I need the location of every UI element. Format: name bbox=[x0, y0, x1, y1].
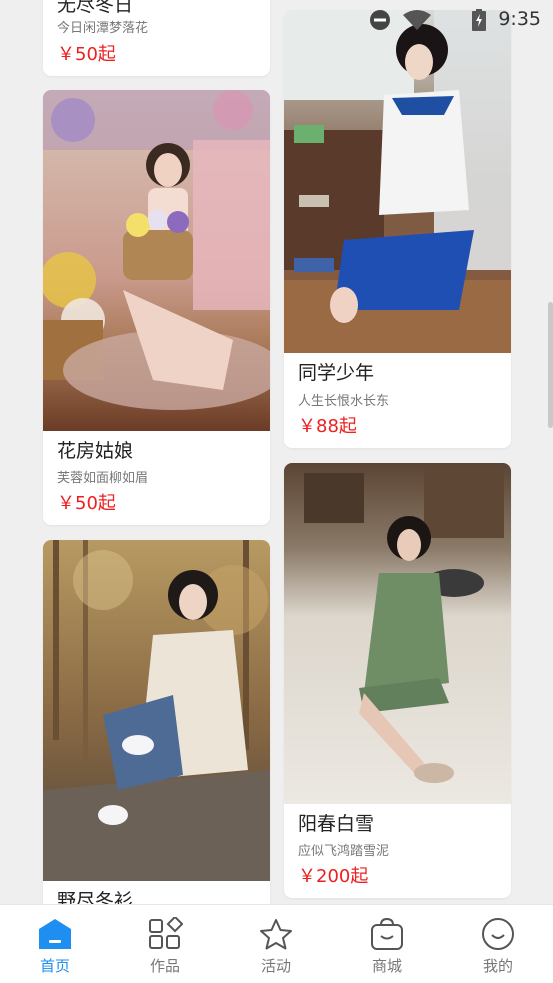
card-title: 阳春白雪 bbox=[298, 813, 375, 835]
grid-icon bbox=[149, 917, 183, 949]
photo-forest-girl bbox=[43, 540, 270, 881]
scrollbar[interactable] bbox=[548, 302, 553, 428]
tab-mall[interactable]: 商城 bbox=[332, 905, 442, 983]
tab-mine[interactable]: 我的 bbox=[443, 905, 553, 983]
status-clock: 9:35 bbox=[498, 8, 541, 30]
photo-schoolgirl bbox=[284, 10, 511, 353]
smile-face-icon bbox=[482, 918, 514, 950]
photo-beach-girl bbox=[284, 463, 511, 804]
card-subtitle: 人生长恨水长东 bbox=[298, 394, 390, 409]
tab-label: 商城 bbox=[371, 957, 402, 975]
bottom-tab-bar: 首页 作品 活动 商城 我的 bbox=[0, 904, 553, 983]
star-icon bbox=[260, 919, 292, 950]
battery-icon bbox=[472, 9, 486, 31]
card-title: 同学少年 bbox=[298, 362, 375, 384]
card-price: ￥50起 bbox=[57, 493, 116, 514]
card-subtitle: 芙蓉如面柳如眉 bbox=[57, 471, 149, 486]
status-bar: 9:35 bbox=[0, 0, 553, 38]
tab-home[interactable]: 首页 bbox=[0, 905, 110, 983]
product-card-yejin-dongshan[interactable]: 野尽冬衫 bbox=[43, 540, 270, 940]
tab-works[interactable]: 作品 bbox=[110, 905, 220, 983]
tab-label: 我的 bbox=[482, 957, 513, 975]
tab-activity[interactable]: 活动 bbox=[221, 905, 331, 983]
card-title: 花房姑娘 bbox=[57, 440, 134, 462]
tab-label: 作品 bbox=[149, 957, 180, 975]
tab-label: 首页 bbox=[39, 957, 70, 975]
product-card-tongxue-shaonian[interactable]: 同学少年 人生长恨水长东 ￥88起 bbox=[284, 10, 511, 448]
do-not-disturb-icon bbox=[370, 10, 390, 30]
card-subtitle: 应似飞鸿踏雪泥 bbox=[298, 844, 390, 859]
product-card-huafang-guniang[interactable]: 花房姑娘 芙蓉如面柳如眉 ￥50起 bbox=[43, 90, 270, 525]
card-price: ￥200起 bbox=[298, 866, 369, 887]
wifi-icon bbox=[403, 10, 431, 30]
card-price: ￥50起 bbox=[57, 44, 116, 65]
tab-label: 活动 bbox=[260, 957, 291, 975]
photo-florist-girl bbox=[43, 90, 270, 431]
product-card-yangchun-baixue[interactable]: 阳春白雪 应似飞鸿踏雪泥 ￥200起 bbox=[284, 463, 511, 898]
card-price: ￥88起 bbox=[298, 416, 357, 437]
home-icon bbox=[39, 919, 71, 949]
shop-bag-icon bbox=[371, 917, 403, 950]
